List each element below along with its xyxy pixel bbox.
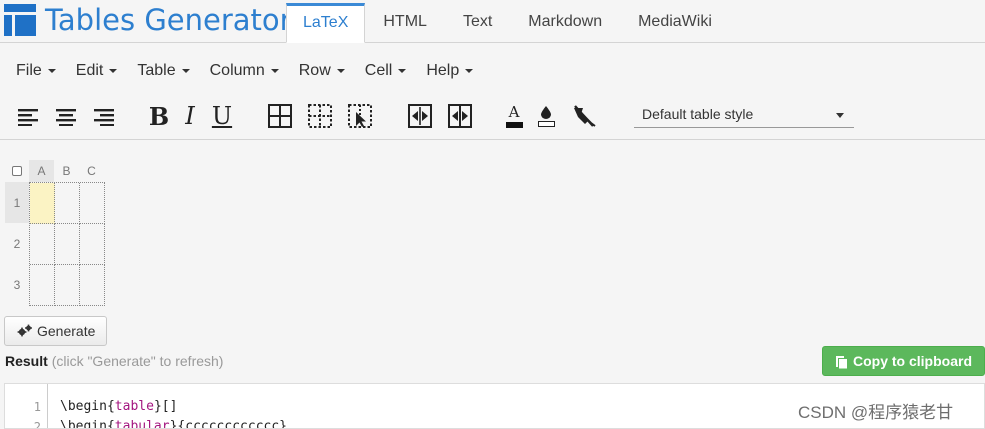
caret-down-icon	[270, 68, 279, 73]
tab-markdown[interactable]: Markdown	[510, 3, 620, 43]
menu-bar: File Edit Table Column Row Cell Help	[6, 56, 483, 86]
select-all-checkbox[interactable]	[5, 160, 29, 182]
app-title: Tables Generator	[45, 3, 292, 37]
result-label: Result	[5, 353, 48, 369]
logo[interactable]: Tables Generator	[4, 3, 292, 37]
column-header-b[interactable]: B	[54, 160, 79, 182]
menu-cell[interactable]: Cell	[355, 56, 417, 86]
column-header-c[interactable]: C	[79, 160, 104, 182]
cell-a2[interactable]	[30, 224, 55, 265]
tab-mediawiki[interactable]: MediaWiki	[620, 3, 730, 43]
menu-row[interactable]: Row	[289, 56, 355, 86]
bold-icon[interactable]: B	[145, 102, 173, 131]
align-left-icon[interactable]	[14, 102, 42, 130]
tab-latex[interactable]: LaTeX	[286, 3, 366, 43]
cell-c1[interactable]	[80, 183, 105, 224]
caret-down-icon	[398, 68, 407, 73]
clear-formatting-icon[interactable]	[570, 102, 598, 130]
align-center-icon[interactable]	[52, 102, 80, 130]
result-heading: Result (click "Generate" to refresh)	[5, 353, 223, 369]
generate-button[interactable]: Generate	[4, 316, 107, 346]
row-header-1[interactable]: 1	[5, 182, 29, 223]
cell-c2[interactable]	[80, 224, 105, 265]
cell-b3[interactable]	[55, 265, 80, 306]
caret-down-icon	[465, 68, 474, 73]
menu-table[interactable]: Table	[127, 56, 199, 86]
format-tabs: LaTeX HTML Text Markdown MediaWiki	[286, 3, 730, 44]
split-cells-icon[interactable]	[446, 102, 474, 130]
background-color-icon[interactable]	[532, 102, 560, 130]
italic-icon[interactable]: I	[176, 102, 204, 130]
column-header-a[interactable]: A	[29, 160, 54, 182]
cell-b1[interactable]	[55, 183, 80, 224]
cell-a1[interactable]	[30, 183, 55, 224]
caret-down-icon	[181, 68, 190, 73]
caret-down-icon	[47, 68, 56, 73]
copy-to-clipboard-button[interactable]: Copy to clipboard	[822, 346, 985, 376]
merge-cells-icon[interactable]	[406, 102, 434, 130]
gears-icon	[17, 324, 33, 338]
underline-icon[interactable]: U	[208, 102, 236, 130]
menu-edit[interactable]: Edit	[66, 56, 128, 86]
table-logo-icon	[4, 4, 36, 36]
header: Tables Generator LaTeX HTML Text Markdow…	[0, 0, 985, 43]
cell-a3[interactable]	[30, 265, 55, 306]
menu-help[interactable]: Help	[416, 56, 483, 86]
caret-down-icon	[109, 68, 118, 73]
text-color-icon[interactable]: A	[500, 102, 528, 130]
table-style-select[interactable]: Default table style	[634, 102, 854, 128]
all-borders-icon[interactable]	[266, 102, 294, 130]
clipboard-icon	[835, 354, 848, 369]
border-select-icon[interactable]	[346, 102, 374, 130]
toolbar-divider	[0, 139, 985, 140]
tab-html[interactable]: HTML	[365, 3, 445, 43]
caret-down-icon	[836, 113, 844, 118]
align-right-icon[interactable]	[90, 102, 118, 130]
menu-column[interactable]: Column	[200, 56, 289, 86]
tab-text[interactable]: Text	[445, 3, 510, 43]
menu-file[interactable]: File	[6, 56, 66, 86]
result-hint: (click "Generate" to refresh)	[51, 353, 224, 369]
caret-down-icon	[336, 68, 345, 73]
dashed-borders-icon[interactable]	[306, 102, 334, 130]
row-header-2[interactable]: 2	[5, 223, 29, 264]
row-header-3[interactable]: 3	[5, 264, 29, 305]
watermark: CSDN @程序猿老甘	[798, 403, 954, 422]
cell-b2[interactable]	[55, 224, 80, 265]
cell-c3[interactable]	[80, 265, 105, 306]
